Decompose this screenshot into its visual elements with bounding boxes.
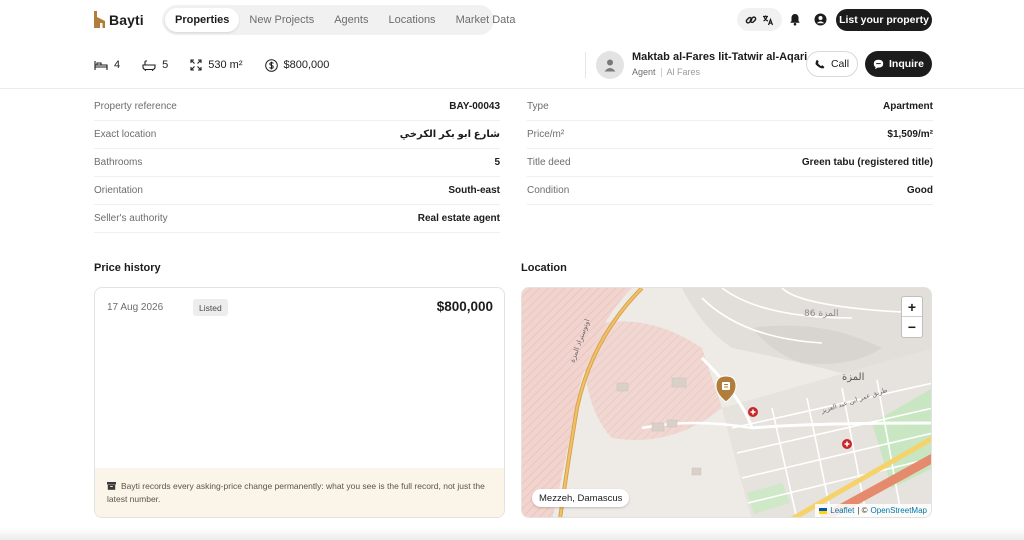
list-property-button[interactable]: List your property [836,9,932,31]
detail-label: Price/m² [527,129,565,140]
inquire-button[interactable]: Inquire [865,51,932,77]
summary-divider [585,52,586,78]
detail-value: Real estate agent [417,213,500,224]
tool-group [737,8,782,31]
detail-row-exact-location: Exact location شارع ابو بكر الكرخي [94,121,500,149]
stat-price: $800,000 [264,58,330,72]
bath-icon [142,59,156,71]
detail-value: شارع ابو بكر الكرخي [399,129,500,140]
stat-bedrooms: 4 [94,59,120,71]
agent-avatar[interactable] [596,51,624,79]
phone-icon [815,59,825,69]
call-label: Call [830,58,850,70]
dollar-icon [264,58,278,72]
detail-row-type: Type Apartment [527,93,933,121]
detail-value: Green tabu (registered title) [801,157,933,168]
bathrooms-value: 5 [162,59,169,71]
detail-row-orientation: Orientation South-east [94,177,500,205]
map-tiles[interactable]: المزة 86 المزة طريق عمر ابن عبد العزيز ا… [522,288,932,518]
leaflet-link[interactable]: Leaflet [830,506,854,515]
detail-value: $1,509/m² [887,129,933,140]
nav-item-locations[interactable]: Locations [378,8,445,32]
agent-meta-divider [660,67,662,77]
details-right-column: Type Apartment Price/m² $1,509/m² Title … [527,93,933,205]
translate-icon[interactable] [762,14,774,26]
agent-name[interactable]: Maktab al-Fares lit-Tatwir al-Aqari [632,51,821,63]
price-history-card: 17 Aug 2026 Listed $800,000 Bayti record… [94,287,505,518]
nav-item-new-projects[interactable]: New Projects [239,8,324,32]
inquire-label: Inquire [888,58,924,70]
bell-icon[interactable] [788,12,802,27]
agent-role: Agent [632,67,656,77]
header-divider [0,88,1024,89]
logo-mark-icon [94,11,105,28]
top-bar: Bayti Properties New Projects Agents Loc… [0,0,1024,40]
ukraine-flag-icon [819,507,828,514]
map-label-mezzeh-86: المزة 86 [804,309,838,319]
nav-item-market-data[interactable]: Market Data [446,8,526,32]
history-price: $800,000 [436,299,493,314]
logo-text: Bayti [109,11,144,28]
history-date: 17 Aug 2026 [107,302,164,313]
detail-row-seller-authority: Seller's authority Real estate agent [94,205,500,233]
detail-row-bathrooms: Bathrooms 5 [94,149,500,177]
bottom-shadow [0,528,1024,540]
nav-item-agents[interactable]: Agents [324,8,378,32]
price-history-title: Price history [94,262,161,274]
osm-link[interactable]: OpenStreetMap [871,506,927,515]
price-value: $800,000 [283,59,330,71]
map-place-label: Mezzeh, Damascus [532,489,630,507]
chat-icon [873,59,884,69]
detail-label: Title deed [527,157,571,168]
map-zoom-control: + − [901,296,923,338]
nav-item-properties[interactable]: Properties [165,8,240,32]
logo[interactable]: Bayti [94,11,144,28]
attribution-separator: | © [857,506,868,515]
detail-label: Orientation [94,185,143,196]
detail-value: BAY-00043 [449,101,500,112]
detail-label: Condition [527,185,570,196]
detail-label: Bathrooms [94,157,143,168]
agent-company: Al Fares [666,67,701,77]
detail-value: 5 [494,157,500,168]
link-icon[interactable] [745,14,757,26]
map-label-mezzeh: المزة [842,372,864,383]
location-map[interactable]: المزة 86 المزة طريق عمر ابن عبد العزيز ا… [521,287,932,518]
bedrooms-value: 4 [114,59,121,71]
expand-icon [190,59,202,71]
detail-row-title-deed: Title deed Green tabu (registered title) [527,149,933,177]
details-left-column: Property reference BAY-00043 Exact locat… [94,93,500,233]
stat-bathrooms: 5 [142,59,168,71]
detail-value: Apartment [882,101,933,112]
detail-label: Property reference [94,101,177,112]
user-icon[interactable] [813,12,828,27]
map-attribution: Leaflet | © OpenStreetMap [815,504,931,517]
call-button[interactable]: Call [806,51,858,77]
detail-row-condition: Condition Good [527,177,933,205]
area-value: 530 m² [208,59,243,71]
detail-row-reference: Property reference BAY-00043 [94,93,500,121]
detail-label: Exact location [94,129,157,140]
main-nav: Properties New Projects Agents Locations… [162,5,515,35]
zoom-in-button[interactable]: + [902,297,922,317]
zoom-out-button[interactable]: − [902,317,922,337]
detail-value: Good [906,185,933,196]
detail-label: Seller's authority [94,213,168,224]
detail-row-price-per-m2: Price/m² $1,509/m² [527,121,933,149]
history-note: Bayti records every asking-price change … [95,468,504,517]
detail-label: Type [527,101,549,112]
history-note-text: Bayti records every asking-price change … [107,481,485,504]
property-summary: 4 5 530 m² $800,000 [94,56,351,74]
location-title: Location [521,262,567,274]
bed-icon [94,60,108,70]
user-silhouette-icon [604,59,616,72]
agent-name-text: Maktab al-Fares lit-Tatwir al-Aqari [632,51,808,63]
history-status-badge: Listed [193,299,228,316]
stat-area: 530 m² [190,59,243,71]
detail-value: South-east [448,185,500,196]
archive-icon [107,482,116,490]
agent-meta: Agent Al Fares [632,67,700,77]
